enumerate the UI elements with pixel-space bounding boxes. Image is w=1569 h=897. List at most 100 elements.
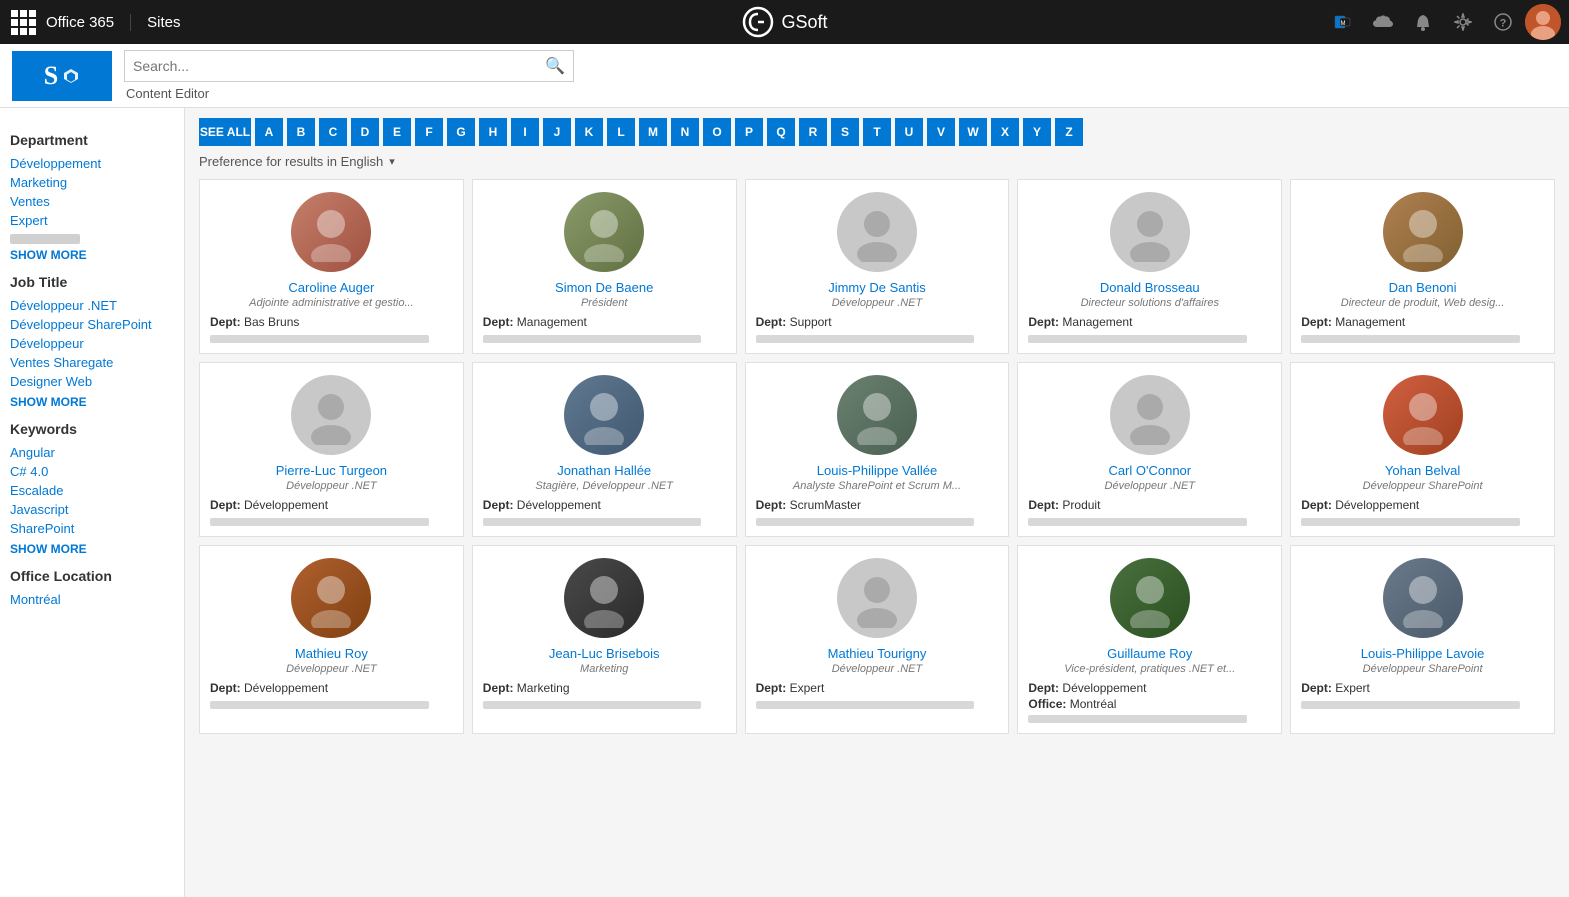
person-card: Mathieu Tourigny Développeur .NET Dept: … (745, 545, 1010, 734)
person-dept: Dept: Marketing (483, 681, 570, 695)
alpha-e[interactable]: E (383, 118, 411, 146)
search-input[interactable] (133, 58, 545, 74)
person-name[interactable]: Mathieu Tourigny (828, 646, 927, 661)
sidebar-item-ventes[interactable]: Ventes (10, 192, 174, 211)
person-avatar (837, 375, 917, 455)
help-icon[interactable]: ? (1485, 4, 1521, 40)
person-office: Office: Montréal (1028, 697, 1116, 711)
alpha-r[interactable]: R (799, 118, 827, 146)
person-avatar (1383, 558, 1463, 638)
person-name[interactable]: Louis-Philippe Vallée (817, 463, 937, 478)
sites-label[interactable]: Sites (147, 14, 180, 31)
sidebar-item-dev-sp[interactable]: Développeur SharePoint (10, 315, 174, 334)
gear-icon[interactable] (1445, 4, 1481, 40)
sidebar-item-escalade[interactable]: Escalade (10, 481, 174, 500)
person-name[interactable]: Carl O'Connor (1108, 463, 1191, 478)
cloud-icon[interactable] (1365, 4, 1401, 40)
person-name[interactable]: Jimmy De Santis (828, 280, 926, 295)
alpha-see-all[interactable]: SEE ALL (199, 118, 251, 146)
person-card: Pierre-Luc Turgeon Développeur .NET Dept… (199, 362, 464, 537)
show-more-dept[interactable]: SHOW MORE (10, 248, 174, 262)
alpha-m[interactable]: M (639, 118, 667, 146)
alpha-d[interactable]: D (351, 118, 379, 146)
sidebar-item-sharepoint[interactable]: SharePoint (10, 519, 174, 538)
person-name[interactable]: Louis-Philippe Lavoie (1361, 646, 1485, 661)
alpha-i[interactable]: I (511, 118, 539, 146)
gsoft-logo: GSoft (741, 6, 827, 38)
sidebar-item-designer[interactable]: Designer Web (10, 372, 174, 391)
show-more-jobs[interactable]: SHOW MORE (10, 395, 174, 409)
alpha-l[interactable]: L (607, 118, 635, 146)
sidebar-item-montreal[interactable]: Montréal (10, 590, 174, 609)
topbar: Office 365 Sites GSoft M (0, 0, 1569, 44)
alpha-p[interactable]: P (735, 118, 763, 146)
sidebar-item-expert[interactable]: Expert (10, 211, 174, 230)
sidebar-item-javascript[interactable]: Javascript (10, 500, 174, 519)
person-dept: Dept: Développement (483, 498, 601, 512)
person-name[interactable]: Donald Brosseau (1100, 280, 1200, 295)
sidebar-item-ventes-sg[interactable]: Ventes Sharegate (10, 353, 174, 372)
bell-icon[interactable] (1405, 4, 1441, 40)
content-editor-label: Content Editor (124, 86, 574, 101)
waffle-menu[interactable] (8, 7, 38, 37)
alpha-k[interactable]: K (575, 118, 603, 146)
person-redacted-bar (1301, 335, 1520, 343)
pref-chevron-icon[interactable]: ▾ (389, 155, 395, 168)
alpha-a[interactable]: A (255, 118, 283, 146)
alpha-y[interactable]: Y (1023, 118, 1051, 146)
person-avatar (1383, 375, 1463, 455)
person-title: Directeur solutions d'affaires (1081, 297, 1219, 309)
sidebar-item-dev[interactable]: Développeur (10, 334, 174, 353)
sidebar-item-developpement[interactable]: Développement (10, 154, 174, 173)
person-name[interactable]: Jonathan Hallée (557, 463, 651, 478)
person-name[interactable]: Mathieu Roy (295, 646, 368, 661)
person-title: Marketing (580, 663, 628, 675)
person-name[interactable]: Simon De Baene (555, 280, 653, 295)
person-title: Développeur .NET (286, 663, 377, 675)
person-name[interactable]: Dan Benoni (1389, 280, 1457, 295)
person-name[interactable]: Caroline Auger (288, 280, 374, 295)
sharepoint-logo[interactable]: S (12, 51, 112, 101)
person-dept: Dept: Développement (1301, 498, 1419, 512)
person-redacted-bar (210, 335, 429, 343)
person-title: Directeur de produit, Web desig... (1341, 297, 1505, 309)
alpha-f[interactable]: F (415, 118, 443, 146)
alpha-v[interactable]: V (927, 118, 955, 146)
person-name[interactable]: Yohan Belval (1385, 463, 1460, 478)
sidebar-item-dev-net[interactable]: Développeur .NET (10, 296, 174, 315)
alpha-h[interactable]: H (479, 118, 507, 146)
sidebar-item-angular[interactable]: Angular (10, 443, 174, 462)
person-redacted-bar (483, 701, 702, 709)
sidebar-item-marketing[interactable]: Marketing (10, 173, 174, 192)
avatar[interactable] (1525, 4, 1561, 40)
search-area: 🔍 Content Editor (124, 50, 574, 101)
person-redacted-bar (1301, 518, 1520, 526)
alpha-z[interactable]: Z (1055, 118, 1083, 146)
outlook-icon[interactable]: M (1325, 4, 1361, 40)
sidebar: Department Développement Marketing Vente… (0, 108, 185, 897)
alpha-x[interactable]: X (991, 118, 1019, 146)
search-icon[interactable]: 🔍 (545, 56, 565, 76)
alpha-s[interactable]: S (831, 118, 859, 146)
person-name[interactable]: Guillaume Roy (1107, 646, 1192, 661)
alpha-c[interactable]: C (319, 118, 347, 146)
alpha-t[interactable]: T (863, 118, 891, 146)
person-dept: Dept: Développement (1028, 681, 1146, 695)
person-name[interactable]: Pierre-Luc Turgeon (276, 463, 387, 478)
show-more-kw[interactable]: SHOW MORE (10, 542, 174, 556)
alpha-j[interactable]: J (543, 118, 571, 146)
alpha-g[interactable]: G (447, 118, 475, 146)
person-name[interactable]: Jean-Luc Brisebois (549, 646, 660, 661)
alpha-b[interactable]: B (287, 118, 315, 146)
sidebar-item-csharp[interactable]: C# 4.0 (10, 462, 174, 481)
person-title: Stagière, Développeur .NET (535, 480, 673, 492)
preference-bar: Preference for results in English ▾ (199, 154, 1555, 169)
alpha-u[interactable]: U (895, 118, 923, 146)
alpha-w[interactable]: W (959, 118, 987, 146)
alpha-o[interactable]: O (703, 118, 731, 146)
person-card: Carl O'Connor Développeur .NET Dept: Pro… (1017, 362, 1282, 537)
person-avatar-placeholder (1110, 375, 1190, 455)
alpha-n[interactable]: N (671, 118, 699, 146)
alpha-q[interactable]: Q (767, 118, 795, 146)
person-dept: Dept: Produit (1028, 498, 1100, 512)
